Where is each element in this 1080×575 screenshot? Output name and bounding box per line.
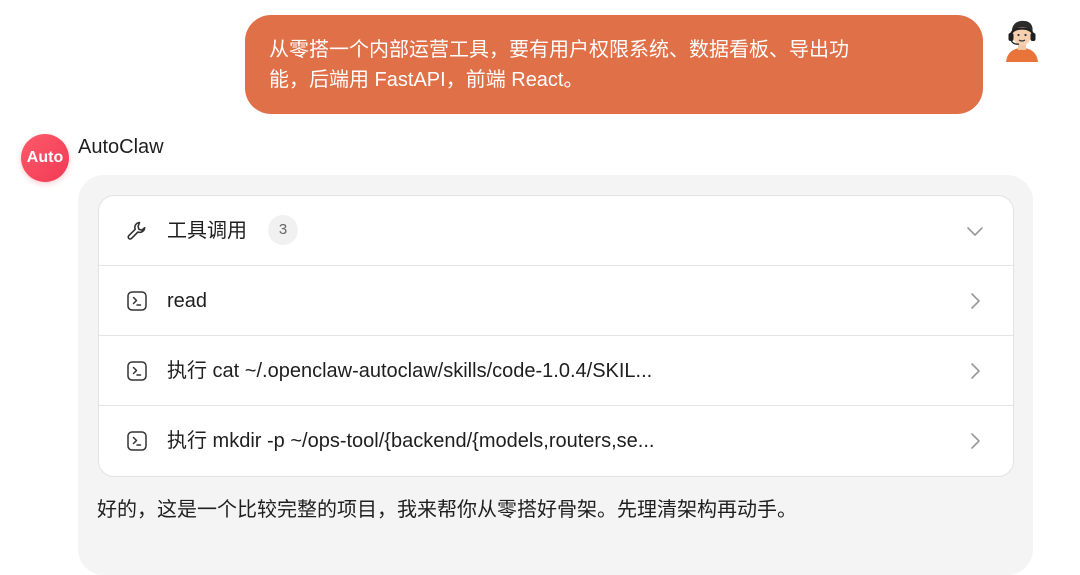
user-message-line1: 从零搭一个内部运营工具，要有用户权限系统、数据看板、导出功 xyxy=(269,39,849,61)
chevron-down-icon[interactable] xyxy=(965,221,985,241)
user-avatar-illustration xyxy=(1006,20,1038,62)
tool-call-label: 执行 cat ~/.openclaw-autoclaw/skills/code-… xyxy=(167,360,653,382)
tool-call-item[interactable]: 执行 cat ~/.openclaw-autoclaw/skills/code-… xyxy=(99,336,1013,406)
terminal-icon xyxy=(127,361,147,381)
tool-calls-header[interactable]: 工具调用 3 xyxy=(99,196,1013,266)
chevron-right-icon xyxy=(971,363,980,379)
tool-calls-panel: 工具调用 3 read 执行 cat ~/.openclaw-autoclaw/… xyxy=(98,195,1014,477)
tool-calls-count-badge: 3 xyxy=(268,215,298,245)
user-message-line2: 能，后端用 FastAPI，前端 React。 xyxy=(269,69,584,91)
tool-call-item[interactable]: 执行 mkdir -p ~/ops-tool/{backend/{models,… xyxy=(99,406,1013,476)
user-avatar[interactable] xyxy=(1000,18,1044,62)
assistant-name: AutoClaw xyxy=(78,136,164,158)
assistant-avatar[interactable]: Auto xyxy=(21,134,69,182)
terminal-icon xyxy=(127,431,147,451)
terminal-icon xyxy=(127,291,147,311)
wrench-icon xyxy=(127,221,146,240)
tool-calls-title: 工具调用 xyxy=(167,220,247,242)
tool-call-label: read xyxy=(167,290,208,312)
chevron-right-icon xyxy=(971,433,980,449)
tool-call-item[interactable]: read xyxy=(99,266,1013,336)
chevron-right-icon xyxy=(971,293,980,309)
assistant-reply-text: 好的，这是一个比较完整的项目，我来帮你从零搭好骨架。先理清架构再动手。 xyxy=(97,499,797,521)
assistant-avatar-text: Auto xyxy=(26,149,64,166)
user-message-bubble: 从零搭一个内部运营工具，要有用户权限系统、数据看板、导出功 能，后端用 Fast… xyxy=(245,15,983,114)
tool-call-label: 执行 mkdir -p ~/ops-tool/{backend/{models,… xyxy=(167,430,655,452)
